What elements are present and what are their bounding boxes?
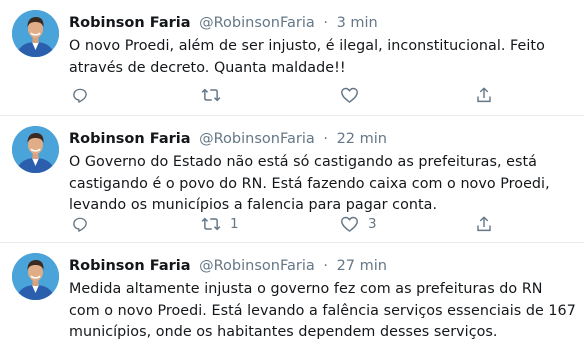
share-button[interactable] — [475, 213, 493, 235]
timestamp[interactable]: 22 min — [337, 131, 387, 147]
retweet-icon — [201, 217, 221, 231]
tweet[interactable]: Robinson Faria @RobinsonFaria · 27 min M… — [0, 243, 584, 342]
author-handle[interactable]: @RobinsonFaria — [199, 131, 315, 147]
retweet-icon — [201, 88, 221, 102]
tweet[interactable]: Robinson Faria @RobinsonFaria · 3 min O … — [0, 0, 584, 116]
author-handle[interactable]: @RobinsonFaria — [199, 258, 315, 274]
reply-button[interactable] — [71, 84, 89, 106]
retweet-button[interactable]: 1 — [201, 213, 239, 235]
tweet-header: Robinson Faria @RobinsonFaria · 22 min — [69, 129, 387, 149]
tweet-header: Robinson Faria @RobinsonFaria · 27 min — [69, 256, 387, 276]
share-icon — [477, 216, 491, 232]
avatar[interactable] — [12, 10, 59, 57]
heart-icon — [341, 216, 358, 232]
reply-icon — [73, 88, 87, 103]
author-handle[interactable]: @RobinsonFaria — [199, 15, 315, 31]
tweet-text: O novo Proedi, além de ser injusto, é il… — [69, 38, 545, 76]
share-icon — [477, 87, 491, 103]
share-button[interactable] — [475, 84, 493, 106]
heart-icon — [341, 87, 358, 103]
like-button[interactable]: 3 — [340, 213, 377, 235]
tweet-header: Robinson Faria @RobinsonFaria · 3 min — [69, 13, 378, 33]
reply-icon — [73, 217, 87, 232]
author-name[interactable]: Robinson Faria — [69, 15, 191, 31]
dot-separator: · — [323, 258, 328, 274]
tweet-actions: 1 3 — [69, 213, 499, 235]
dot-separator: · — [323, 15, 328, 31]
author-name[interactable]: Robinson Faria — [69, 131, 191, 147]
tweet[interactable]: Robinson Faria @RobinsonFaria · 22 min O… — [0, 116, 584, 243]
dot-separator: · — [323, 131, 328, 147]
like-count: 3 — [368, 216, 377, 232]
timestamp[interactable]: 27 min — [337, 258, 387, 274]
retweet-button[interactable] — [201, 84, 230, 106]
avatar[interactable] — [12, 253, 59, 300]
reply-button[interactable] — [71, 213, 89, 235]
avatar[interactable] — [12, 126, 59, 173]
tweet-text: Medida altamente injusta o governo fez c… — [69, 281, 576, 340]
like-button[interactable] — [340, 84, 368, 106]
tweet-actions — [69, 84, 499, 106]
retweet-count: 1 — [230, 216, 239, 232]
timestamp[interactable]: 3 min — [337, 15, 378, 31]
author-name[interactable]: Robinson Faria — [69, 258, 191, 274]
tweet-text: O Governo do Estado não está só castigan… — [69, 154, 550, 213]
